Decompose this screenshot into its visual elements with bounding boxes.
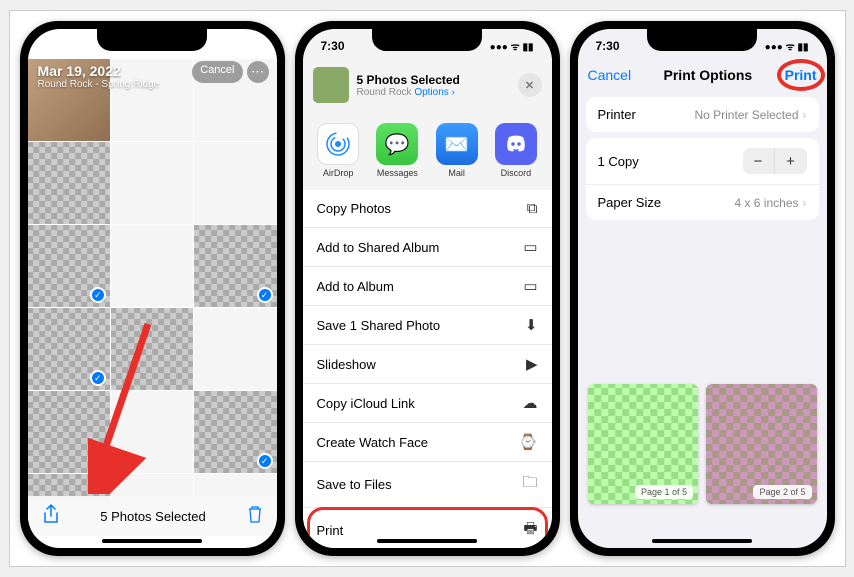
photos-location: Round Rock - Spring Ridge <box>38 79 160 90</box>
copy-icon: ⧉ <box>527 200 538 217</box>
printer-icon: 🖶 <box>523 518 537 543</box>
share-thumbnail <box>313 67 349 103</box>
cancel-button[interactable]: Cancel <box>588 67 632 83</box>
more-button[interactable]: ⋯ <box>247 61 269 83</box>
cancel-button[interactable]: Cancel <box>192 61 242 83</box>
cloud-icon: ☁ <box>523 394 538 412</box>
chevron-right-icon: › <box>803 196 807 210</box>
mail-label: Mail <box>448 168 465 178</box>
bottom-toolbar: 5 Photos Selected <box>28 496 277 536</box>
download-icon: ⬇ <box>525 316 538 334</box>
phone-photos-selection: 7:30 ●●● ᯤ ▮▮ Mar 19, 2022 Round Rock - … <box>20 21 285 556</box>
watch-icon: ⌚ <box>519 433 538 451</box>
photo-thumbnail[interactable] <box>194 142 276 224</box>
status-icons: ●●● ᯤ ▮▮ <box>765 39 809 53</box>
save-files-action[interactable]: Save to Files🗀 <box>303 462 552 508</box>
selection-check-icon: ✓ <box>90 370 106 386</box>
selection-check-icon: ✓ <box>90 287 106 303</box>
paper-size-row[interactable]: Paper Size 4 x 6 inches › <box>586 185 819 220</box>
status-time: 7:30 <box>596 39 620 53</box>
notch <box>647 29 757 51</box>
printer-block: Printer No Printer Selected › <box>586 97 819 132</box>
home-indicator[interactable] <box>102 539 202 543</box>
copies-label: 1 Copy <box>598 154 639 169</box>
play-icon: ▶ <box>526 355 538 373</box>
photo-thumbnail[interactable] <box>111 225 193 307</box>
photo-thumbnail[interactable]: ✓ <box>194 391 276 473</box>
action-list: Copy Photos⧉ Add to Shared Album▭ Add to… <box>303 190 552 548</box>
shared-album-action[interactable]: Add to Shared Album▭ <box>303 228 552 267</box>
decrement-button[interactable]: − <box>743 148 775 174</box>
chevron-right-icon: › <box>803 108 807 122</box>
status-time: 7:30 <box>46 39 70 53</box>
messages-app[interactable]: 💬 Messages <box>370 123 424 178</box>
nav-bar: Cancel Print Options Print <box>578 59 827 91</box>
copy-photos-action[interactable]: Copy Photos⧉ <box>303 190 552 228</box>
share-button[interactable] <box>42 504 60 529</box>
photo-thumbnail[interactable] <box>111 308 193 390</box>
print-button[interactable]: Print <box>785 67 817 83</box>
status-icons: ●●● ᯤ ▮▮ <box>215 39 259 53</box>
phone-print-options: 7:30 ●●● ᯤ ▮▮ Cancel Print Options Print… <box>570 21 835 556</box>
page-badge: Page 1 of 5 <box>635 485 693 499</box>
airdrop-label: AirDrop <box>323 168 354 178</box>
phone-share-sheet: 7:30 ●●● ᯤ ▮▮ 5 Photos Selected Round Ro… <box>295 21 560 556</box>
paper-label: Paper Size <box>598 195 662 210</box>
options-block: 1 Copy − + Paper Size 4 x 6 inches › <box>586 138 819 220</box>
mail-app[interactable]: ✉️ Mail <box>430 123 484 178</box>
photo-thumbnail[interactable]: ✓ <box>28 225 110 307</box>
photos-header: Mar 19, 2022 Round Rock - Spring Ridge <box>28 59 170 98</box>
photo-thumbnail[interactable] <box>194 308 276 390</box>
home-indicator[interactable] <box>652 539 752 543</box>
add-album-action[interactable]: Add to Album▭ <box>303 267 552 306</box>
photo-thumbnail[interactable] <box>28 142 110 224</box>
status-time: 7:30 <box>321 39 345 53</box>
icloud-link-action[interactable]: Copy iCloud Link☁ <box>303 384 552 423</box>
notch <box>372 29 482 51</box>
messages-label: Messages <box>377 168 418 178</box>
share-header: 5 Photos Selected Round Rock Options › ✕ <box>303 59 552 111</box>
photo-thumbnail[interactable] <box>28 391 110 473</box>
airdrop-app[interactable]: AirDrop <box>311 123 365 178</box>
copies-stepper: − + <box>743 148 807 174</box>
photos-date: Mar 19, 2022 <box>38 63 160 79</box>
annotation-highlight <box>777 59 825 91</box>
share-location: Round Rock <box>357 87 412 98</box>
watch-face-action[interactable]: Create Watch Face⌚ <box>303 423 552 462</box>
photo-thumbnail[interactable] <box>111 142 193 224</box>
printer-value: No Printer Selected <box>694 108 798 122</box>
selection-check-icon: ✓ <box>257 287 273 303</box>
discord-label: Discord <box>501 168 532 178</box>
selection-count: 5 Photos Selected <box>100 509 206 524</box>
print-preview-row: Page 1 of 5 Page 2 of 5 <box>578 384 827 504</box>
photo-thumbnail[interactable]: ✓ <box>28 308 110 390</box>
paper-value: 4 x 6 inches <box>734 196 798 210</box>
discord-app[interactable]: Discord <box>489 123 543 178</box>
slideshow-action[interactable]: Slideshow▶ <box>303 345 552 384</box>
delete-button[interactable] <box>247 505 263 528</box>
status-icons: ●●● ᯤ ▮▮ <box>490 39 534 53</box>
page-preview[interactable]: Page 1 of 5 <box>588 384 699 504</box>
page-preview[interactable]: Page 2 of 5 <box>706 384 817 504</box>
printer-label: Printer <box>598 107 636 122</box>
notch <box>97 29 207 51</box>
album-icon: ▭ <box>523 277 537 295</box>
increment-button[interactable]: + <box>775 148 807 174</box>
photo-thumbnail[interactable] <box>111 391 193 473</box>
shared-album-icon: ▭ <box>523 238 537 256</box>
options-link[interactable]: Options › <box>414 87 455 98</box>
printer-row[interactable]: Printer No Printer Selected › <box>586 97 819 132</box>
page-title: Print Options <box>664 67 753 83</box>
selection-check-icon: ✓ <box>257 453 273 469</box>
folder-icon: 🗀 <box>522 472 537 497</box>
close-button[interactable]: ✕ <box>518 73 542 97</box>
copies-row: 1 Copy − + <box>586 138 819 185</box>
photo-grid: ✓ ✓ ✓ ✓ ✓ <box>28 59 277 501</box>
home-indicator[interactable] <box>377 539 477 543</box>
save-shared-action[interactable]: Save 1 Shared Photo⬇ <box>303 306 552 345</box>
photo-thumbnail[interactable]: ✓ <box>194 225 276 307</box>
share-title: 5 Photos Selected <box>357 73 510 87</box>
share-apps-row: AirDrop 💬 Messages ✉️ Mail Discord <box>303 111 552 190</box>
page-badge: Page 2 of 5 <box>753 485 811 499</box>
